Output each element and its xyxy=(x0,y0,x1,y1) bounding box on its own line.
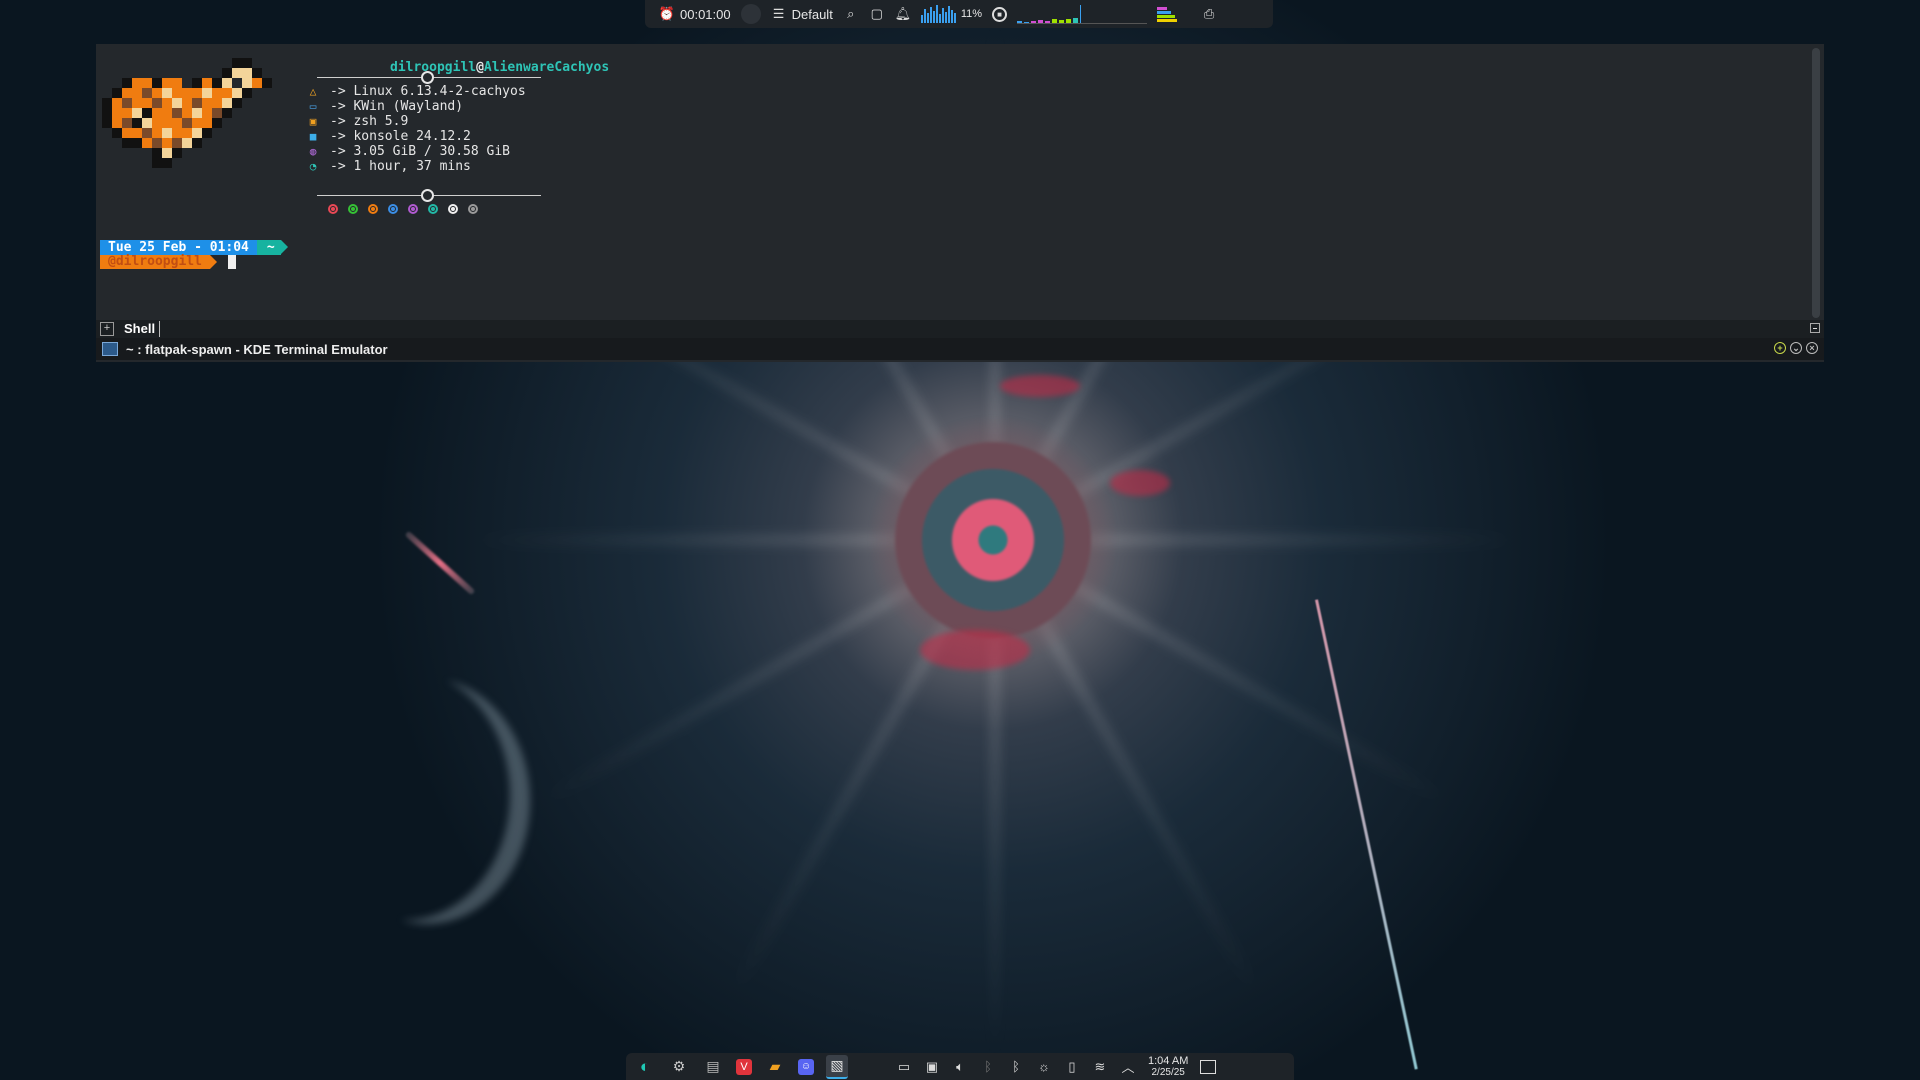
palette-dot xyxy=(328,204,338,214)
clipboard-tray-icon[interactable]: ▣ xyxy=(924,1059,940,1075)
clock-time: 1:04 AM xyxy=(1148,1054,1189,1067)
konsole-tray-icon[interactable]: ▭ xyxy=(896,1059,912,1075)
arch-icon: △ xyxy=(309,85,317,98)
record-icon[interactable]: ■ xyxy=(992,6,1008,22)
tab-bar: + Shell xyxy=(96,320,1824,338)
clock-icon: ◔ xyxy=(309,160,317,173)
terminal-output[interactable]: dilroopgill@AlienwareCachyos △ -> Linux 6… xyxy=(96,44,1804,319)
cachyos-logo-icon[interactable]: ◐ xyxy=(634,1056,656,1078)
cpu-graph xyxy=(920,5,956,23)
tabbar-minimize-button[interactable] xyxy=(1810,323,1820,333)
vivaldi-icon[interactable]: V xyxy=(736,1058,752,1075)
profile-widget[interactable]: ☰ Default xyxy=(771,6,833,22)
window-controls: + ⌄ × xyxy=(1774,342,1818,354)
bluetooth-icon[interactable]: ᛒ xyxy=(1008,1059,1024,1075)
clipboard-icon[interactable]: ▢ xyxy=(869,6,885,22)
volume-icon[interactable]: 🔈︎ xyxy=(952,1059,968,1075)
fetch-row-text: -> Linux 6.13.4-2-cachyos xyxy=(330,84,526,99)
chevron-up-icon[interactable]: ︿ xyxy=(1120,1059,1136,1075)
prompt-line-2: @dilroopgill xyxy=(100,255,236,269)
new-tab-button[interactable]: + xyxy=(100,322,114,336)
clock[interactable]: 1:04 AM 2/25/25 xyxy=(1148,1054,1189,1078)
bell-icon[interactable]: 🔔︎ xyxy=(895,6,912,22)
cpu-percent: 11% xyxy=(960,8,983,20)
konsole-window: dilroopgill@AlienwareCachyos △ -> Linux 6… xyxy=(96,44,1824,362)
screenshot-icon[interactable]: ⎙ xyxy=(1201,6,1217,22)
palette-dot xyxy=(428,204,438,214)
fetch-row: ■ -> konsole 24.12.2 xyxy=(306,129,471,144)
window-title: ~ : flatpak-spawn - KDE Terminal Emulato… xyxy=(126,341,388,357)
system-tray: ▭ ▣ 🔈︎ ᛒ ᛒ ☼ ▯ ≋ ︿ 1:04 AM 2/25/25 xyxy=(896,1054,1217,1078)
fetch-host: AlienwareCachyos xyxy=(483,60,610,75)
fetch-row: ◔ -> 1 hour, 37 mins xyxy=(306,159,471,174)
timer-widget[interactable]: ⏰ 00:01:00 xyxy=(659,6,731,22)
separator-top xyxy=(317,71,541,84)
prompt-line-1: Tue 25 Feb - 01:04 ~ xyxy=(100,239,288,255)
clock-date: 2/25/25 xyxy=(1151,1066,1185,1078)
palette-dot xyxy=(468,204,478,214)
tab-shell[interactable]: Shell xyxy=(120,321,161,337)
search-icon[interactable]: ⌕ xyxy=(843,6,859,22)
memory-graph xyxy=(1157,6,1191,22)
profile-label: Default xyxy=(791,6,833,22)
minimize-button[interactable]: ⌄ xyxy=(1790,342,1802,354)
terminal-scrollbar[interactable] xyxy=(1812,48,1820,318)
taskbar: ◐ ⚙ ▤ V ▰ ☺ ▧ ▭ ▣ 🔈︎ ᛒ ᛒ ☼ ▯ ≋ ︿ 1:04 AM… xyxy=(626,1053,1294,1080)
fetch-row-text: -> konsole 24.12.2 xyxy=(330,129,471,144)
prompt-dir: ~ xyxy=(256,239,288,255)
terminal-app-icon[interactable]: ▤ xyxy=(702,1056,724,1078)
separator-bottom xyxy=(317,189,541,202)
prompt-user: @dilroopgill xyxy=(100,255,217,269)
close-button[interactable]: × xyxy=(1806,342,1818,354)
palette-dot xyxy=(388,204,398,214)
cpu-monitor[interactable]: 11% xyxy=(920,5,983,23)
battery-icon[interactable]: ▯ xyxy=(1064,1059,1080,1075)
kate-icon[interactable]: ▧ xyxy=(826,1054,848,1079)
window-titlebar[interactable]: ~ : flatpak-spawn - KDE Terminal Emulato… xyxy=(96,338,1824,360)
fastfetch-logo xyxy=(102,58,272,188)
wifi-icon[interactable]: ≋ xyxy=(1092,1059,1108,1075)
fetch-row-text: -> KWin (Wayland) xyxy=(330,99,464,114)
fetch-row-text: -> 3.05 GiB / 30.58 GiB xyxy=(330,144,511,159)
palette-dot xyxy=(408,204,418,214)
palette-dot xyxy=(368,204,378,214)
discord-icon[interactable]: ☺ xyxy=(798,1058,814,1075)
bluetooth-off-icon[interactable]: ᛒ xyxy=(980,1059,996,1075)
window-icon: ▭ xyxy=(309,100,317,113)
moon-icon[interactable] xyxy=(740,4,761,24)
fetch-at: @ xyxy=(476,60,484,75)
timer-label: 00:01:00 xyxy=(680,6,731,22)
fetch-row: △ -> Linux 6.13.4-2-cachyos xyxy=(306,84,526,99)
konsole-app-icon xyxy=(102,342,118,356)
maximize-button[interactable]: + xyxy=(1774,342,1786,354)
palette-dot xyxy=(448,204,458,214)
terminal-icon: ▣ xyxy=(309,115,317,128)
fetch-row: ▭ -> KWin (Wayland) xyxy=(306,99,463,114)
alarm-icon: ⏰ xyxy=(658,6,676,21)
text-cursor xyxy=(227,255,236,269)
fetch-row-text: -> 1 hour, 37 mins xyxy=(330,159,471,174)
brightness-icon[interactable]: ☼ xyxy=(1036,1059,1052,1075)
profile-icon: ☰ xyxy=(772,6,785,21)
color-palette xyxy=(328,204,478,214)
top-panel: ⏰ 00:01:00 ☰ Default ⌕ ▢ 🔔︎ 11% ■ ⎙ xyxy=(645,0,1273,28)
fetch-row-text: -> zsh 5.9 xyxy=(330,114,409,129)
fetch-user: dilroopgill xyxy=(390,60,477,75)
file-manager-icon[interactable]: ▰ xyxy=(764,1056,786,1078)
show-desktop-icon[interactable] xyxy=(1200,1059,1217,1074)
network-graph xyxy=(1017,4,1148,24)
palette-dot xyxy=(348,204,358,214)
fetch-row: ◍ -> 3.05 GiB / 30.58 GiB xyxy=(306,144,510,159)
memory-icon: ◍ xyxy=(309,145,317,158)
fetch-row: ▣ -> zsh 5.9 xyxy=(306,114,409,129)
konsole-icon: ■ xyxy=(309,130,317,143)
prompt-date: Tue 25 Feb - 01:04 xyxy=(100,239,257,255)
system-settings-icon[interactable]: ⚙ xyxy=(668,1056,690,1078)
